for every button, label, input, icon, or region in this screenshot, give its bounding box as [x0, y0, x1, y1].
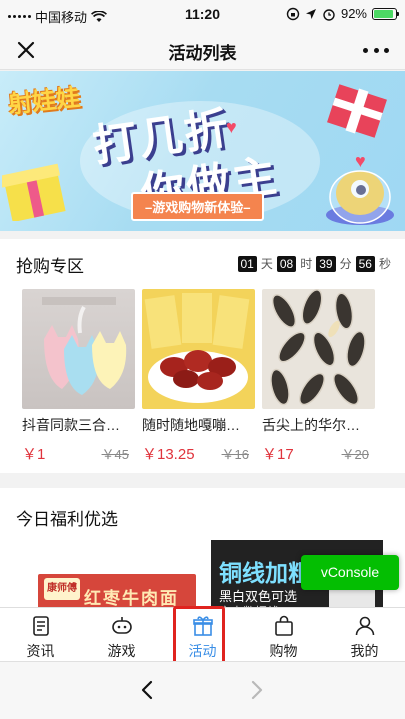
price-row: ￥13.25 ￥16 [142, 443, 255, 464]
countdown-days-unit: 天 [260, 257, 273, 271]
tab-news[interactable]: 资讯 [0, 608, 81, 661]
product-card[interactable]: 随时随地嘎嘣… ￥13.25 ￥16 [142, 289, 255, 463]
gift-icon [192, 616, 213, 636]
status-bar-right: 92% [286, 6, 399, 21]
noodle-brand-logo: 康师傅 [44, 578, 80, 600]
battery-icon [372, 7, 399, 20]
product-name: 舌尖上的华尔… [262, 417, 360, 433]
welfare-section: 今日福利优选 康师傅 红枣牛肉面 铜线加粗 黑白双色可选 充电数据线 [0, 488, 405, 616]
countdown-days: 01 [237, 255, 257, 272]
chevron-left-icon[interactable] [136, 678, 160, 702]
tab-shopping[interactable]: 购物 [243, 608, 324, 661]
product-name: 抖音同款三合… [22, 417, 120, 433]
game-icon [111, 617, 132, 634]
tab-label: 购物 [269, 643, 298, 659]
navigation-bar: 活动列表 [0, 30, 405, 70]
alarm-icon [323, 8, 335, 21]
status-bar: 中国移动 11:20 92% [0, 0, 405, 30]
chevron-right-icon[interactable] [244, 678, 268, 702]
flash-sale-title: 抢购专区 [16, 257, 84, 276]
banner-logo: 射娃娃 [7, 84, 82, 119]
countdown-timer: 01 天 08 时 39 分 56 秒 [237, 255, 391, 272]
tab-bar: 资讯 游戏 活动 购物 我的 [0, 607, 405, 661]
product-original-price: ￥16 [221, 447, 249, 462]
tab-games[interactable]: 游戏 [81, 608, 162, 661]
tab-profile[interactable]: 我的 [324, 608, 405, 661]
vconsole-button[interactable]: vConsole [301, 555, 399, 590]
countdown-minutes: 39 [316, 255, 336, 272]
tab-label: 我的 [350, 643, 379, 659]
welfare-title: 今日福利优选 [16, 510, 118, 529]
countdown-minutes-unit: 分 [339, 257, 352, 271]
product-image-humidifier [22, 289, 135, 409]
lock-rotation-icon [286, 7, 300, 20]
banner-tagline: –游戏购物新体验– [131, 192, 265, 221]
product-list: 抖音同款三合… ￥1 ￥45 随时随地嘎嘣… ￥13.25 ￥16 舌尖上的华尔… [22, 289, 375, 463]
product-image-sunflower-seeds [262, 289, 375, 409]
product-price: ￥17 [262, 446, 294, 463]
countdown-seconds-unit: 秒 [378, 257, 391, 271]
monster-ufo-icon [326, 170, 394, 225]
price-row: ￥1 ￥45 [22, 443, 135, 464]
location-icon [305, 8, 316, 19]
shopping-bag-icon [274, 615, 293, 636]
tab-label: 活动 [188, 643, 217, 659]
countdown-seconds: 56 [355, 255, 375, 272]
product-price: ￥1 [22, 446, 46, 463]
product-card[interactable]: 抖音同款三合… ￥1 ￥45 [22, 289, 135, 463]
battery-percent: 92% [340, 6, 367, 21]
browser-toolbar [0, 661, 405, 719]
product-original-price: ￥45 [101, 447, 129, 462]
tab-label: 游戏 [107, 643, 136, 659]
tab-label: 资讯 [26, 643, 55, 659]
product-card[interactable]: 舌尖上的华尔… ￥17 ￥20 [262, 289, 375, 463]
page-title: 活动列表 [168, 44, 237, 63]
gift-box-icon-2 [327, 84, 387, 138]
more-icon[interactable] [363, 38, 389, 62]
promo-banner[interactable]: 射娃娃 打几折 你做主 –游戏购物新体验– ♥ ♥ [0, 71, 405, 231]
flash-sale-section: 抢购专区 01 天 08 时 39 分 56 秒 抖音同款三合… ￥1 ￥45 … [0, 239, 405, 473]
cable-heading: 铜线加粗 [219, 560, 311, 586]
news-icon [32, 616, 49, 636]
price-row: ￥17 ￥20 [262, 443, 375, 464]
heart-icon: ♥ [226, 117, 237, 137]
user-icon [355, 616, 374, 636]
noodle-label: 红枣牛肉面 [84, 589, 179, 608]
gift-box-icon [2, 163, 66, 221]
product-price: ￥13.25 [142, 446, 195, 463]
countdown-hours-unit: 时 [300, 257, 313, 271]
tab-activity[interactable]: 活动 [162, 608, 243, 661]
product-original-price: ￥20 [341, 447, 369, 462]
product-name: 随时随地嘎嘣… [142, 417, 240, 433]
product-image-dates [142, 289, 255, 409]
countdown-hours: 08 [276, 255, 297, 272]
